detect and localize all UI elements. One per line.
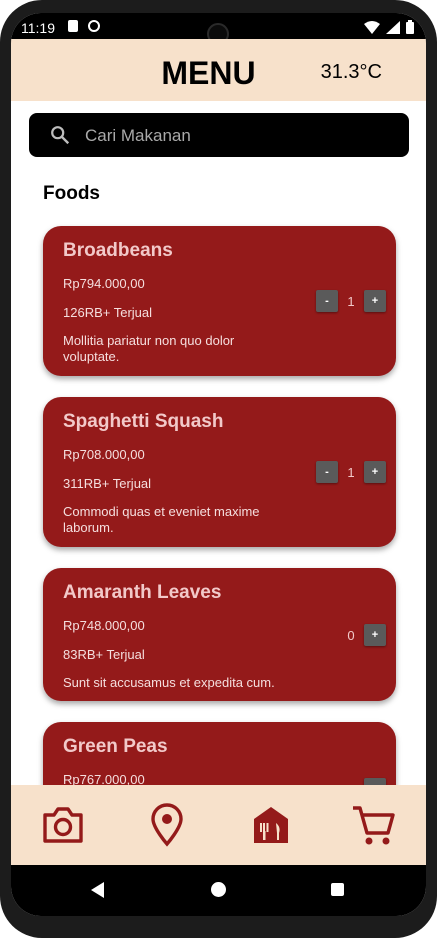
food-sold-count: 126RB+ Terjual [63, 305, 153, 320]
restaurant-icon [254, 807, 288, 843]
screen: 11:19 MENU 31.3°C Foods [11, 13, 426, 916]
food-name: Spaghetti Squash [63, 411, 224, 432]
food-description: Mollitia pariatur non quo dolor voluptat… [63, 333, 235, 364]
status-notification-icons [68, 20, 100, 32]
status-time: 11:19 [21, 20, 55, 36]
decrease-button[interactable]: - [316, 290, 338, 312]
food-name: Amaranth Leaves [63, 582, 222, 603]
status-system-icons [364, 20, 414, 34]
food-name: Broadbeans [63, 240, 173, 261]
search-input[interactable] [83, 113, 387, 159]
recent-apps-icon[interactable] [331, 883, 344, 896]
nav-camera[interactable] [41, 803, 85, 847]
search-icon [51, 126, 70, 145]
battery-icon [406, 20, 414, 34]
cart-icon [353, 806, 395, 845]
wifi-icon [364, 20, 380, 34]
increase-button[interactable]: + [364, 624, 386, 646]
device-frame: 11:19 MENU 31.3°C Foods [0, 0, 437, 938]
temperature-label: 31.3°C [320, 61, 382, 83]
bottom-navigation [11, 785, 426, 865]
increase-button[interactable]: + [364, 461, 386, 483]
nav-restaurant[interactable] [249, 803, 293, 847]
food-sold-count: 83RB+ Terjual [63, 647, 145, 662]
camera-icon [43, 807, 83, 843]
sim-card-icon [68, 20, 78, 32]
system-navigation-bar [11, 865, 426, 916]
search-bar[interactable] [29, 113, 409, 159]
quantity-stepper: 0 + [338, 624, 386, 646]
food-description: Commodi quas et eveniet maxime laborum. [63, 504, 260, 535]
food-card[interactable]: Amaranth Leaves Rp748.000,00 83RB+ Terju… [43, 568, 396, 701]
nav-cart[interactable] [351, 803, 395, 847]
food-card[interactable]: Spaghetti Squash Rp708.000,00 311RB+ Ter… [43, 397, 396, 547]
food-card[interactable]: Broadbeans Rp794.000,00 126RB+ Terjual M… [43, 226, 396, 376]
location-pin-icon [151, 803, 183, 847]
quantity-value: 1 [347, 464, 355, 480]
section-title: Foods [43, 183, 100, 204]
food-sold-count: 311RB+ Terjual [63, 476, 152, 491]
nav-location[interactable] [145, 803, 189, 847]
data-saver-icon [88, 20, 100, 32]
signal-icon [386, 20, 400, 34]
decrease-button[interactable]: - [316, 461, 338, 483]
quantity-value: 1 [347, 293, 355, 309]
home-icon[interactable] [211, 882, 226, 897]
food-price: Rp794.000,00 [63, 276, 145, 291]
food-description: Sunt sit accusamus et expedita cum. [63, 675, 275, 690]
back-icon[interactable] [91, 882, 104, 898]
quantity-value: 0 [347, 627, 355, 643]
food-price: Rp708.000,00 [63, 447, 145, 462]
quantity-stepper: - 1 + [316, 290, 386, 312]
increase-button[interactable]: + [364, 290, 386, 312]
quantity-stepper: - 1 + [316, 461, 386, 483]
app-header: MENU 31.3°C [11, 39, 426, 101]
food-price: Rp748.000,00 [63, 618, 145, 633]
food-name: Green Peas [63, 736, 168, 757]
